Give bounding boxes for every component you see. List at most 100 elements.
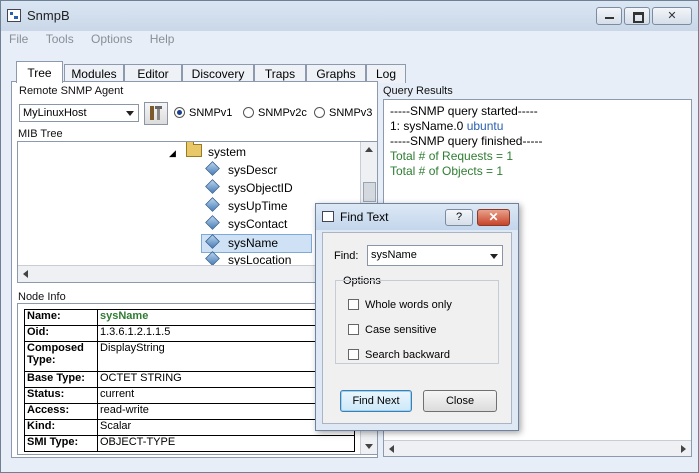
close-button[interactable]: Close [423, 390, 497, 412]
search-backward-checkbox[interactable]: Search backward [348, 349, 450, 361]
result-line: Total # of Objects = 1 [390, 164, 504, 178]
tree-node-system[interactable]: system [186, 142, 247, 161]
result-oid: 1: sysName.0 [390, 119, 464, 133]
dialog-title-bar: Find Text ? ✕ [316, 204, 518, 230]
app-icon [7, 9, 21, 22]
folder-icon [186, 142, 202, 157]
checkbox-label: Case sensitive [365, 324, 437, 336]
table-key: Name: [24, 309, 98, 326]
remote-agent-label: Remote SNMP Agent [19, 85, 124, 97]
menu-file[interactable]: File [3, 31, 34, 46]
result-value: ubuntu [466, 119, 504, 133]
radio-snmpv2c[interactable]: SNMPv2c [243, 107, 307, 119]
menu-tools[interactable]: Tools [40, 31, 80, 46]
checkbox-icon [348, 299, 359, 310]
window-title: SnmpB [27, 8, 70, 23]
result-line: 1: sysName.0 ubuntu [384, 119, 691, 134]
leaf-node-icon [205, 251, 220, 266]
menu-help[interactable]: Help [144, 31, 181, 46]
minimize-button[interactable] [596, 7, 622, 25]
table-row: SMI Type: OBJECT-TYPE [24, 435, 355, 452]
table-row: Kind: Scalar [24, 419, 355, 436]
tree-node-syscontact[interactable]: sysContact [205, 215, 288, 233]
tree-node-label: sysDescr [228, 163, 278, 177]
radio-snmpv1[interactable]: SNMPv1 [174, 107, 232, 119]
tree-node-sysname[interactable]: sysName [201, 234, 312, 253]
help-button[interactable]: ? [445, 209, 473, 226]
close-window-button[interactable]: ✕ [652, 7, 692, 25]
whole-words-checkbox[interactable]: Whole words only [348, 299, 452, 311]
menu-bar: File Tools Options Help [1, 31, 698, 49]
tree-node-label: sysName [228, 236, 279, 250]
table-row: Base Type: OCTET STRING [24, 371, 355, 388]
tools-icon [150, 106, 162, 120]
radio-snmpv3[interactable]: SNMPv3 [314, 107, 372, 119]
tree-node-label: sysUpTime [228, 199, 288, 213]
table-key: Status: [24, 387, 98, 404]
leaf-node-icon [205, 234, 220, 249]
agent-host-combo[interactable]: MyLinuxHost [19, 104, 139, 122]
tree-node-system-label: system [208, 145, 247, 159]
scroll-thumb[interactable] [363, 182, 376, 202]
results-horizontal-scrollbar[interactable] [384, 440, 691, 456]
dialog-title: Find Text [340, 210, 389, 224]
table-key: Access: [24, 403, 98, 420]
checkbox-label: Search backward [365, 349, 450, 361]
maximize-button[interactable] [624, 7, 650, 25]
table-row: Name: sysName [24, 309, 355, 326]
dialog-icon [322, 211, 334, 222]
dialog-close-button[interactable]: ✕ [477, 209, 510, 226]
query-results-label: Query Results [383, 85, 453, 97]
node-info-label: Node Info [18, 291, 66, 303]
checkbox-icon [348, 349, 359, 360]
find-label: Find: [334, 250, 359, 262]
scroll-down-icon [365, 444, 373, 449]
tree-node-sysobjectid[interactable]: sysObjectID [205, 179, 293, 197]
result-line: Total # of Requests = 1 [390, 149, 514, 163]
menu-options[interactable]: Options [85, 31, 138, 46]
find-text-dialog: Find Text ? ✕ Find: sysName Options Whol… [315, 203, 519, 431]
table-key: SMI Type: [24, 435, 98, 452]
radio-snmpv3-label: SNMPv3 [329, 107, 373, 119]
result-line: -----SNMP query finished----- [390, 134, 543, 148]
title-bar: SnmpB ✕ [1, 1, 698, 31]
table-key: Oid: [24, 325, 98, 342]
scroll-right-icon [681, 445, 686, 453]
scroll-left-icon [389, 445, 394, 453]
table-key: Kind: [24, 419, 98, 436]
radio-selected-icon [174, 107, 185, 118]
collapse-arrow-icon: ◢ [169, 148, 176, 158]
table-row: Oid: 1.3.6.1.2.1.1.5 [24, 325, 355, 342]
scroll-up-icon [365, 147, 373, 152]
tab-tree[interactable]: Tree [16, 61, 63, 83]
find-input-value: sysName [371, 249, 417, 261]
find-input[interactable]: sysName [367, 245, 503, 266]
table-value: OBJECT-TYPE [97, 435, 355, 452]
case-sensitive-checkbox[interactable]: Case sensitive [348, 324, 437, 336]
radio-icon [314, 107, 325, 118]
tree-node-label: sysObjectID [228, 181, 293, 195]
tree-node-sysuptime[interactable]: sysUpTime [205, 197, 288, 215]
tree-node-sysdescr[interactable]: sysDescr [205, 161, 278, 179]
checkbox-label: Whole words only [365, 299, 452, 311]
leaf-node-icon [205, 197, 220, 212]
radio-snmpv2c-label: SNMPv2c [258, 107, 307, 119]
radio-icon [243, 107, 254, 118]
leaf-node-icon [205, 215, 220, 230]
tree-node-label: sysContact [228, 217, 288, 231]
table-key: Base Type: [24, 371, 98, 388]
find-next-button[interactable]: Find Next [340, 390, 412, 412]
chevron-down-icon [490, 254, 498, 259]
table-key: Composed Type: [24, 341, 98, 372]
mib-tree-label: MIB Tree [18, 128, 63, 140]
checkbox-icon [348, 324, 359, 335]
leaf-node-icon [205, 179, 220, 194]
leaf-node-icon [205, 161, 220, 176]
scroll-left-icon [23, 270, 28, 278]
table-row: Composed Type: DisplayString [24, 341, 355, 372]
dialog-body: Find: sysName Options Whole words only C… [322, 232, 512, 424]
table-row: Access: read-write [24, 403, 355, 420]
result-line: -----SNMP query started----- [390, 104, 538, 118]
agent-settings-button[interactable] [144, 102, 168, 125]
radio-snmpv1-label: SNMPv1 [189, 107, 233, 119]
